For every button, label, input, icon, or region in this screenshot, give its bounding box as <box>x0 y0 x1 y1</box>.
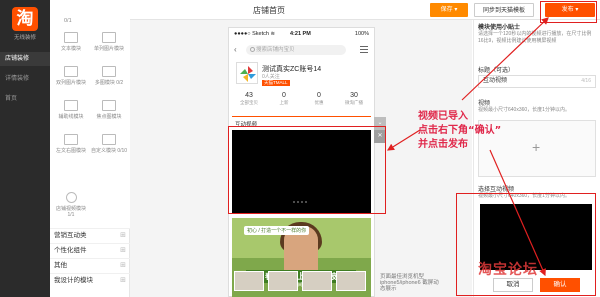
annotation-arrows <box>386 17 549 277</box>
app-root: 淘 无线装修 店铺装修 详情装修 首页 0/1 文本模块 单列图片模块 双列图片… <box>0 0 600 297</box>
